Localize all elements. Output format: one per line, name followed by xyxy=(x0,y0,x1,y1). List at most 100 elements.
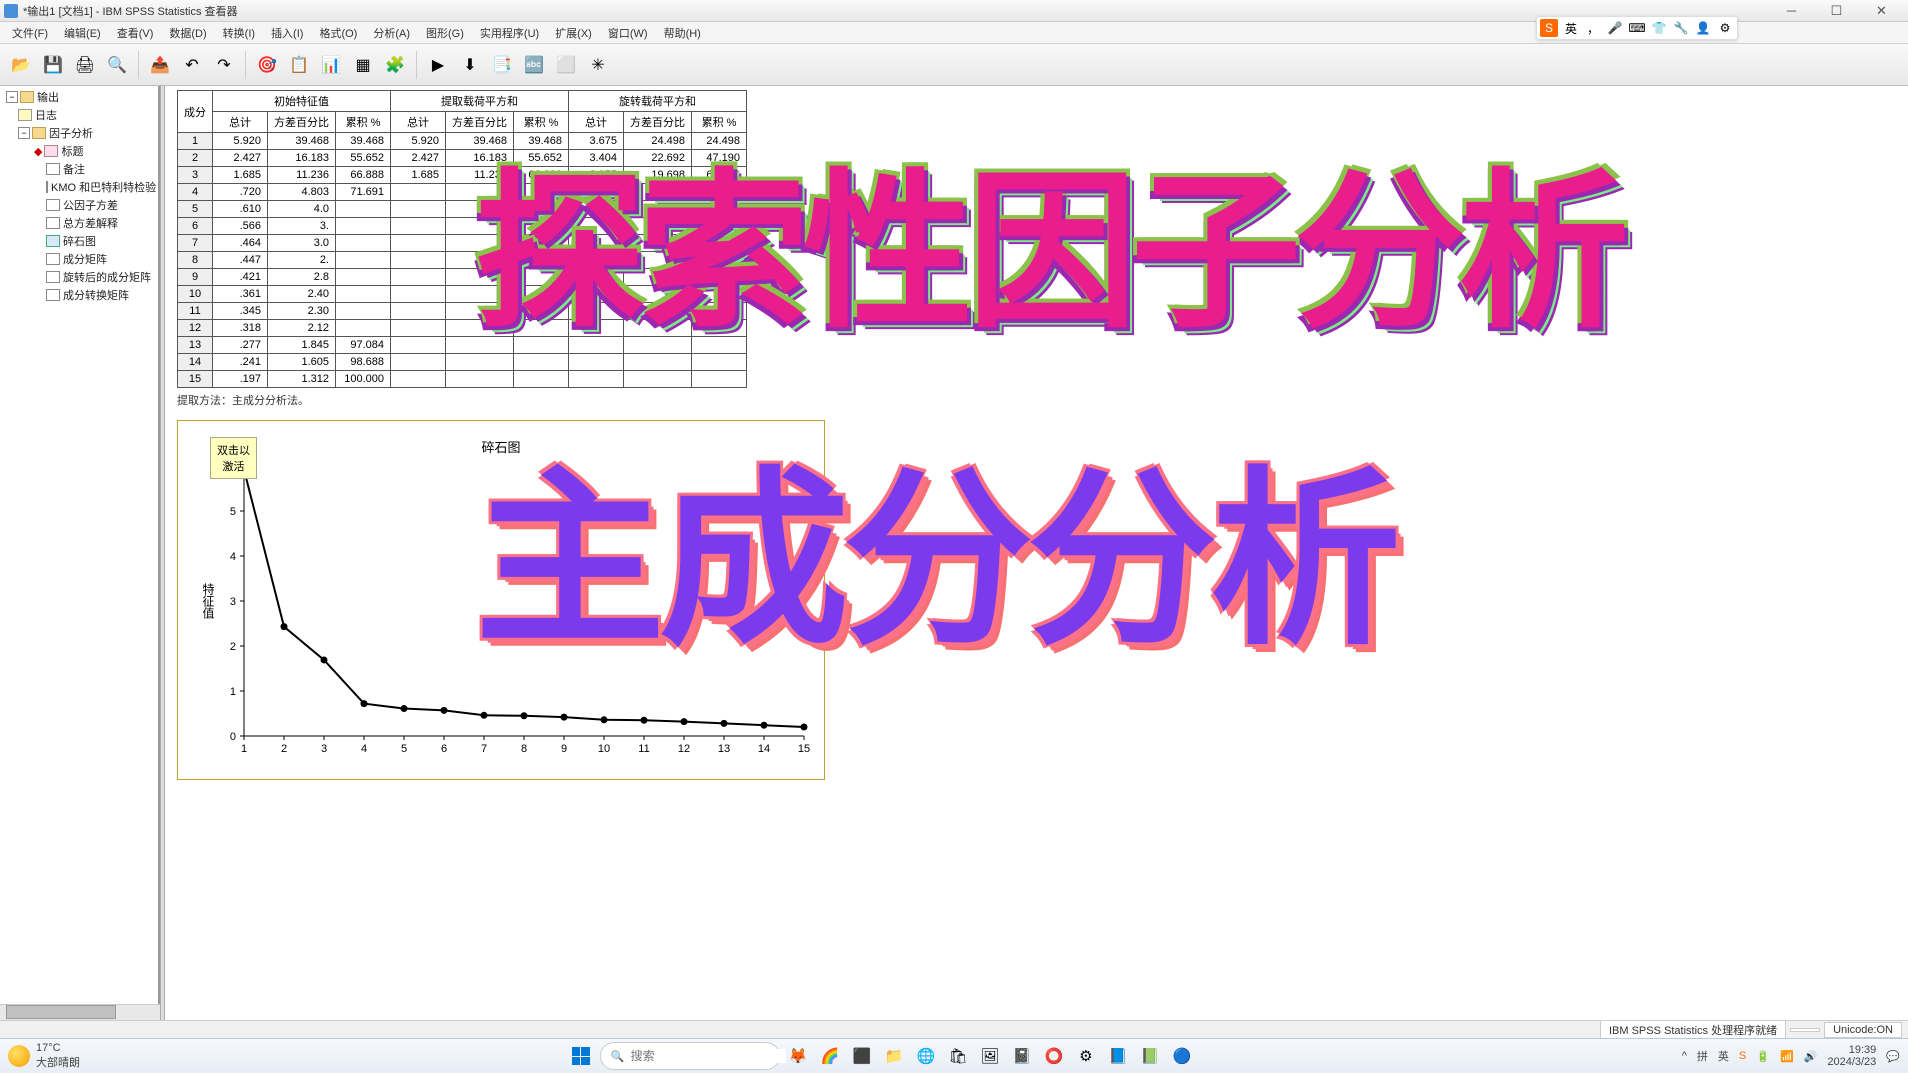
tb-preview[interactable]: 🔍 xyxy=(102,50,132,80)
maximize-button[interactable]: ☐ xyxy=(1814,1,1859,21)
hdr-extract: 提取载荷平方和 xyxy=(391,91,569,112)
tree-note[interactable]: 备注 xyxy=(2,160,156,178)
menu-extensions[interactable]: 扩展(X) xyxy=(547,23,600,43)
tree-log[interactable]: 日志 xyxy=(2,106,156,124)
tray-chevron-icon[interactable]: ^ xyxy=(1682,1050,1687,1062)
ime-lang[interactable]: 英 xyxy=(1562,19,1580,37)
ime-mic-icon[interactable]: 🎤 xyxy=(1606,19,1624,37)
ime-skin-icon[interactable]: 👕 xyxy=(1650,19,1668,37)
tb-runsel[interactable]: ▶ xyxy=(423,50,453,80)
collapse-icon[interactable]: − xyxy=(18,127,30,139)
tree-transmat[interactable]: 成分转换矩阵 xyxy=(2,286,156,304)
tb-goto[interactable]: 🎯 xyxy=(252,50,282,80)
tray-battery-icon[interactable]: 🔋 xyxy=(1756,1050,1770,1063)
menu-file[interactable]: 文件(F) xyxy=(4,23,56,43)
table-row[interactable]: 15.92039.46839.4685.92039.46839.4683.675… xyxy=(178,133,747,150)
tb-export[interactable]: 📤 xyxy=(145,50,175,80)
cell: .447 xyxy=(213,252,268,269)
tray-clock[interactable]: 19:39 2024/3/23 xyxy=(1827,1044,1876,1068)
tree-rotmat[interactable]: 旋转后的成分矩阵 xyxy=(2,268,156,286)
tb-undo[interactable]: ↶ xyxy=(177,50,207,80)
menu-format[interactable]: 格式(O) xyxy=(311,23,365,43)
taskbar-search[interactable]: 🔍 xyxy=(600,1042,780,1070)
tb-recent[interactable]: ⬜ xyxy=(551,50,581,80)
close-button[interactable]: ✕ xyxy=(1859,1,1904,21)
tb-open[interactable]: 📂 xyxy=(6,50,36,80)
task-photos[interactable]: 🖼 xyxy=(976,1042,1004,1070)
menu-help[interactable]: 帮助(H) xyxy=(656,23,709,43)
tree-root[interactable]: − 输出 xyxy=(2,88,156,106)
tree-kmo[interactable]: KMO 和巴特利特检验 xyxy=(2,178,156,196)
menu-insert[interactable]: 插入(I) xyxy=(263,23,311,43)
ime-tool-icon[interactable]: 🔧 xyxy=(1672,19,1690,37)
svg-text:8: 8 xyxy=(521,743,527,755)
tb-print[interactable]: 🖨 xyxy=(70,50,100,80)
tree-scree[interactable]: 碎石图 xyxy=(2,232,156,250)
ime-kb-icon[interactable]: ⌨ xyxy=(1628,19,1646,37)
menu-graphs[interactable]: 图形(G) xyxy=(418,23,472,43)
svg-text:13: 13 xyxy=(718,743,730,755)
tb-redo[interactable]: ↷ xyxy=(209,50,239,80)
task-taskview[interactable]: ⬛ xyxy=(848,1042,876,1070)
menu-analyze[interactable]: 分析(A) xyxy=(365,23,418,43)
tray-sogou-icon[interactable]: S xyxy=(1739,1050,1746,1062)
task-excel[interactable]: 📗 xyxy=(1136,1042,1164,1070)
ime-gear-icon[interactable]: ⚙ xyxy=(1716,19,1734,37)
task-explorer[interactable]: 📁 xyxy=(880,1042,908,1070)
tb-save[interactable]: 💾 xyxy=(38,50,68,80)
menu-window[interactable]: 窗口(W) xyxy=(600,23,656,43)
task-copilot[interactable]: 🌈 xyxy=(816,1042,844,1070)
tray-lang-icon[interactable]: 英 xyxy=(1718,1048,1729,1064)
task-spss[interactable]: 🔵 xyxy=(1168,1042,1196,1070)
tb-grid[interactable]: ▦ xyxy=(348,50,378,80)
tree-communal-label: 公因子方差 xyxy=(63,197,118,213)
weather-widget[interactable]: 17°C 大部晴朗 xyxy=(8,1042,80,1070)
tb-plus[interactable]: ✳ xyxy=(583,50,613,80)
ime-user-icon[interactable]: 👤 xyxy=(1694,19,1712,37)
cell: 55.652 xyxy=(336,150,391,167)
tb-var[interactable]: 🔤 xyxy=(519,50,549,80)
tree-title[interactable]: ◆ 标题 xyxy=(2,142,156,160)
tree-compmat[interactable]: 成分矩阵 xyxy=(2,250,156,268)
row-header: 15 xyxy=(178,371,213,388)
tray-wifi-icon[interactable]: 📶 xyxy=(1780,1050,1794,1063)
tb-chart[interactable]: 📊 xyxy=(316,50,346,80)
task-edge[interactable]: 🌐 xyxy=(912,1042,940,1070)
tb-insert[interactable]: 📋 xyxy=(284,50,314,80)
menu-transform[interactable]: 转换(I) xyxy=(215,23,263,43)
output-content: 成分 初始特征值 提取载荷平方和 旋转载荷平方和 总计方差百分比累积 %总计方差… xyxy=(165,86,1908,1020)
menu-view[interactable]: 查看(V) xyxy=(109,23,162,43)
cell xyxy=(514,354,569,371)
tree-scree-label: 碎石图 xyxy=(63,233,96,249)
tree-totalvar[interactable]: 总方差解释 xyxy=(2,214,156,232)
menu-data[interactable]: 数据(D) xyxy=(161,23,214,43)
start-button[interactable] xyxy=(566,1041,596,1071)
table-row[interactable]: 15.1971.312100.000 xyxy=(178,371,747,388)
cell xyxy=(446,371,514,388)
menu-utilities[interactable]: 实用程序(U) xyxy=(472,23,547,43)
task-settings[interactable]: ⚙ xyxy=(1072,1042,1100,1070)
tb-run[interactable]: ⬇ xyxy=(455,50,485,80)
task-store[interactable]: 🛍 xyxy=(944,1042,972,1070)
tray-notifications-icon[interactable]: 💬 xyxy=(1886,1050,1900,1063)
task-notes[interactable]: 📓 xyxy=(1008,1042,1036,1070)
table-row[interactable]: 14.2411.60598.688 xyxy=(178,354,747,371)
search-input[interactable] xyxy=(631,1049,786,1063)
menu-edit[interactable]: 编辑(E) xyxy=(56,23,109,43)
tb-pivot[interactable]: 🧩 xyxy=(380,50,410,80)
ime-punct[interactable]: ， xyxy=(1584,19,1602,37)
tb-dialog[interactable]: 📑 xyxy=(487,50,517,80)
minimize-button[interactable]: ─ xyxy=(1769,1,1814,21)
tray-volume-icon[interactable]: 🔊 xyxy=(1804,1050,1818,1063)
ime-badge[interactable]: S 英 ， 🎤 ⌨ 👕 🔧 👤 ⚙ xyxy=(1536,16,1738,40)
tree-factor[interactable]: − 因子分析 xyxy=(2,124,156,142)
task-app-o[interactable]: ⭕ xyxy=(1040,1042,1068,1070)
scroll-thumb[interactable] xyxy=(6,1005,116,1019)
collapse-icon[interactable]: − xyxy=(6,91,18,103)
tray-pinyin-icon[interactable]: 拼 xyxy=(1697,1048,1708,1064)
cell: 39.468 xyxy=(268,133,336,150)
task-app-1[interactable]: 🦊 xyxy=(784,1042,812,1070)
task-word[interactable]: 📘 xyxy=(1104,1042,1132,1070)
tree-communal[interactable]: 公因子方差 xyxy=(2,196,156,214)
sidebar-scrollbar[interactable] xyxy=(0,1004,160,1020)
